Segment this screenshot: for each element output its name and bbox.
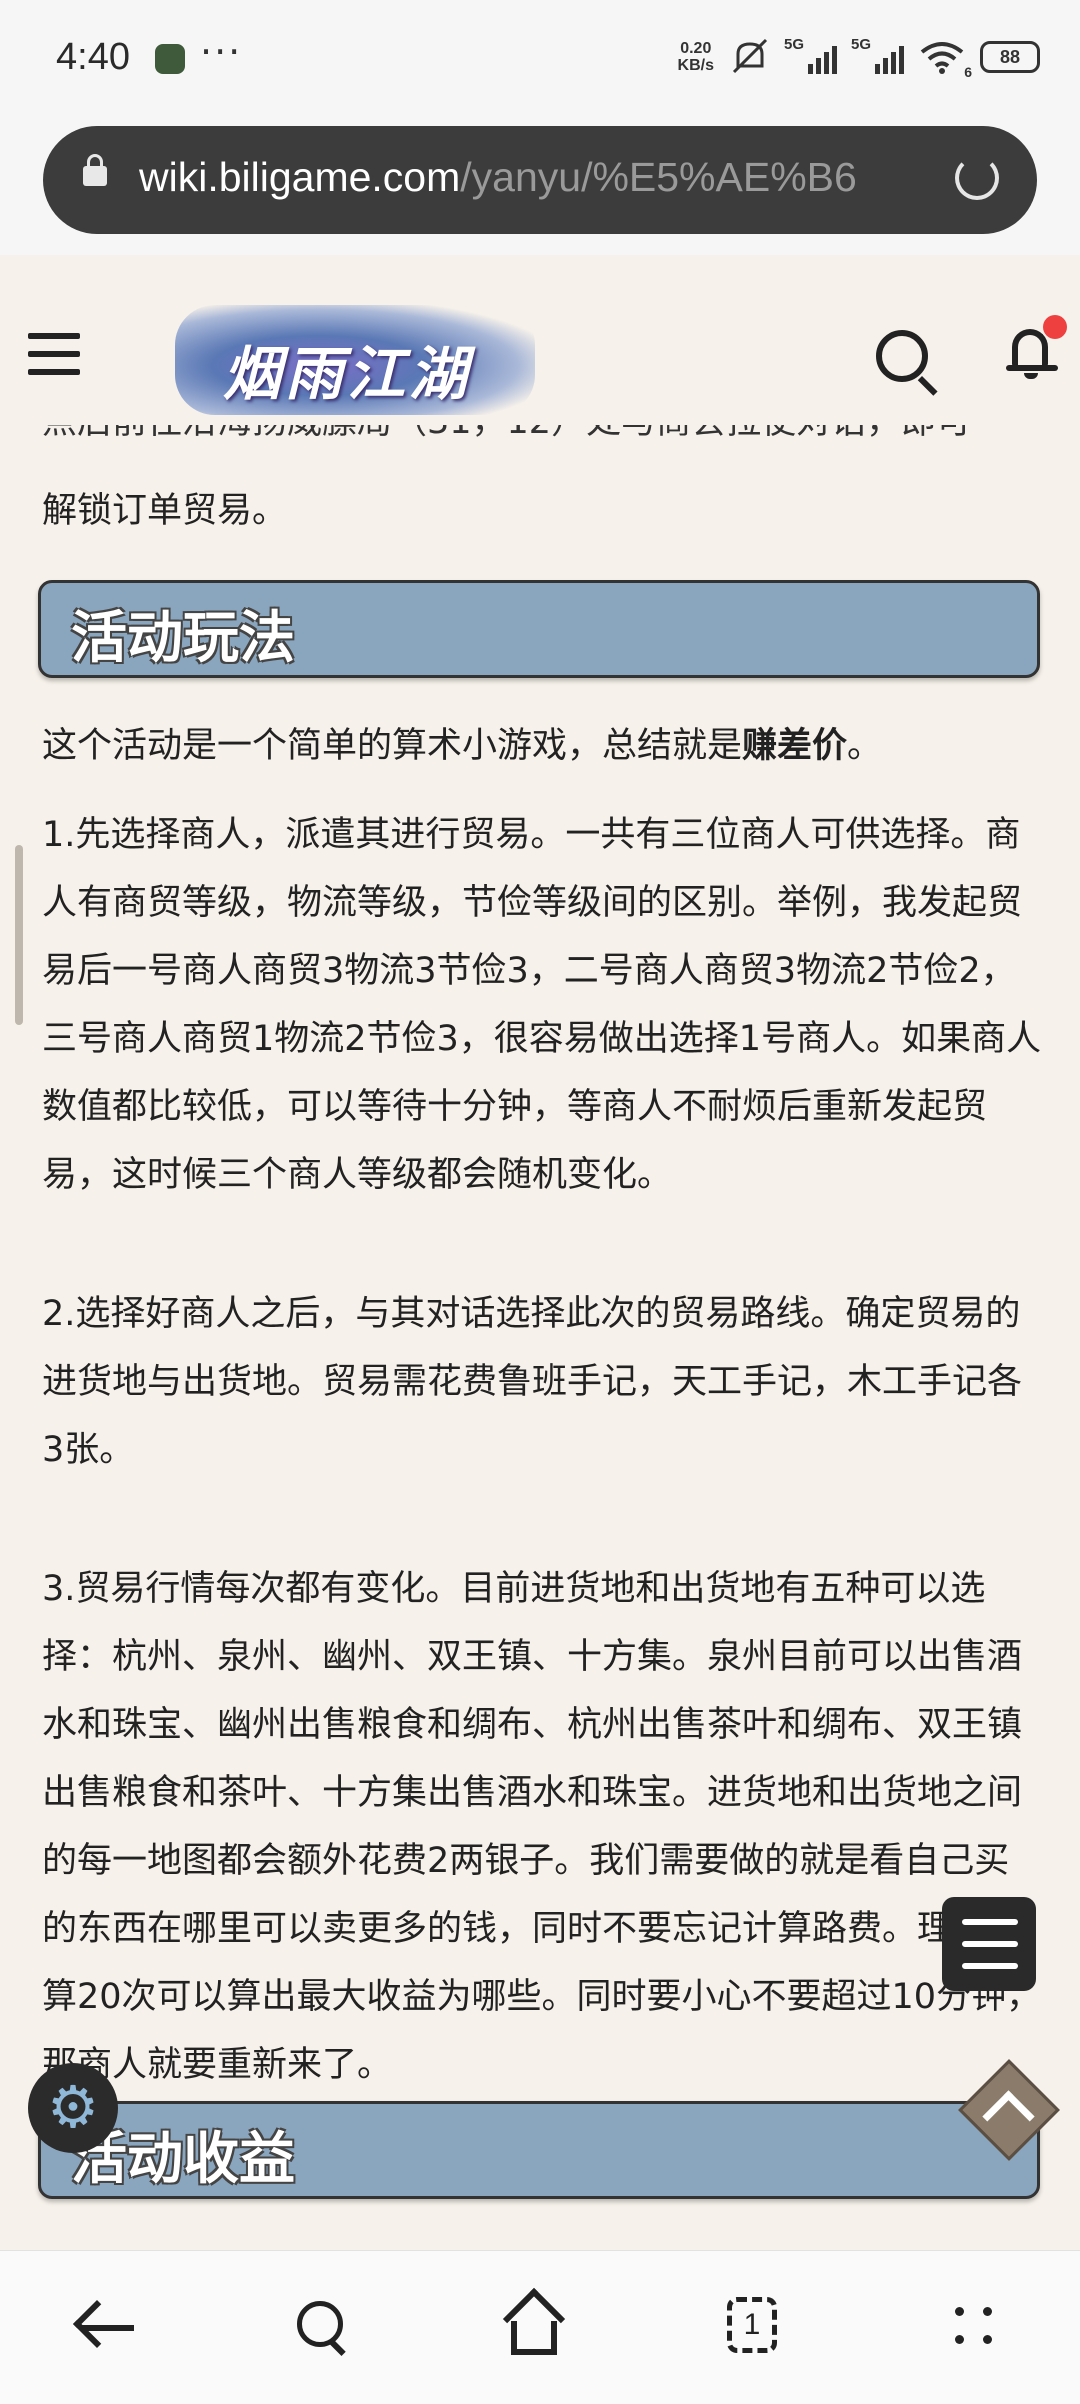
mute-icon bbox=[732, 38, 768, 74]
site-header: 烟雨江湖 bbox=[0, 255, 1080, 425]
wifi-label: 6 bbox=[964, 64, 972, 80]
signal-1-icon: 5G bbox=[784, 36, 837, 74]
scrollbar[interactable] bbox=[15, 845, 23, 1025]
tab-count: 1 bbox=[727, 2297, 777, 2353]
article-content: 点后前往沿海扬威膘局（31，12）处与商会拉使对话，即可 解锁订单贸易。 活动玩… bbox=[0, 425, 1080, 2250]
logo-text: 烟雨江湖 bbox=[223, 340, 472, 408]
menu-icon[interactable] bbox=[28, 333, 80, 387]
section-header-rewards: 活动收益 bbox=[38, 2101, 1040, 2199]
paragraph-3: 3.贸易行情每次都有变化。目前进货地和出货地有五种可以选择：杭州、泉州、幽州、双… bbox=[42, 1569, 1042, 2085]
search-icon[interactable] bbox=[285, 2291, 365, 2361]
signal-2-icon: 5G bbox=[851, 36, 904, 74]
url-text[interactable]: wiki.biligame.com/yanyu/%E5%AE%B6 bbox=[139, 154, 949, 201]
status-icons: 0.20 KB/s 5G 5G 6 88 bbox=[678, 36, 1040, 80]
browser-bottom-nav: 1 bbox=[0, 2250, 1080, 2404]
tabs-icon[interactable]: 1 bbox=[715, 2291, 795, 2361]
net-speed-value: 0.20 bbox=[680, 40, 712, 57]
reload-icon[interactable] bbox=[955, 156, 999, 200]
browser-toolbar: wiki.biligame.com/yanyu/%E5%AE%B6 bbox=[0, 120, 1080, 255]
intro-tail: 解锁订单贸易。 bbox=[42, 491, 288, 531]
site-logo[interactable]: 烟雨江湖 bbox=[175, 305, 535, 415]
search-icon[interactable] bbox=[876, 330, 928, 382]
battery-indicator: 88 bbox=[980, 41, 1040, 73]
clipped-text-line: 点后前往沿海扬威膘局（31，12）处与商会拉使对话，即可 bbox=[42, 425, 971, 444]
more-icon[interactable] bbox=[935, 2291, 1015, 2361]
net-speed-unit: KB/s bbox=[677, 57, 714, 74]
app-icon bbox=[155, 44, 185, 74]
more-notifications-icon: ··· bbox=[200, 30, 243, 74]
toc-icon[interactable] bbox=[942, 1897, 1036, 1991]
summary-paragraph: 这个活动是一个简单的算术小游戏，总结就是赚差价。 bbox=[42, 726, 883, 766]
paragraph-1: 1.先选择商人，派遣其进行贸易。一共有三位商人可供选择。商人有商贸等级，物流等级… bbox=[42, 815, 1042, 1195]
url-host: wiki.biligame.com bbox=[139, 154, 461, 200]
paragraph-2: 2.选择好商人之后，与其对话选择此次的贸易路线。确定贸易的进货地与出货地。贸易需… bbox=[42, 1294, 1023, 1470]
net-speed: 0.20 KB/s bbox=[678, 40, 714, 74]
home-icon[interactable] bbox=[498, 2287, 578, 2361]
summary-highlight: 赚差价 bbox=[742, 726, 848, 766]
notification-badge bbox=[1043, 315, 1067, 339]
lock-icon bbox=[83, 154, 107, 186]
address-bar[interactable]: wiki.biligame.com/yanyu/%E5%AE%B6 bbox=[43, 126, 1037, 234]
status-bar: 4:40 ··· 0.20 KB/s 5G 5G 6 88 bbox=[0, 0, 1080, 120]
back-to-top-icon[interactable] bbox=[957, 2058, 1061, 2162]
url-path: /yanyu/%E5%AE%B6 bbox=[460, 154, 857, 200]
gear-icon[interactable]: ⚙ bbox=[28, 2063, 118, 2153]
section-title: 活动玩法 bbox=[71, 606, 295, 671]
status-time: 4:40 bbox=[56, 36, 130, 78]
section-header-gameplay: 活动玩法 bbox=[38, 580, 1040, 678]
wifi-icon: 6 bbox=[920, 40, 972, 80]
back-icon[interactable] bbox=[70, 2291, 150, 2361]
